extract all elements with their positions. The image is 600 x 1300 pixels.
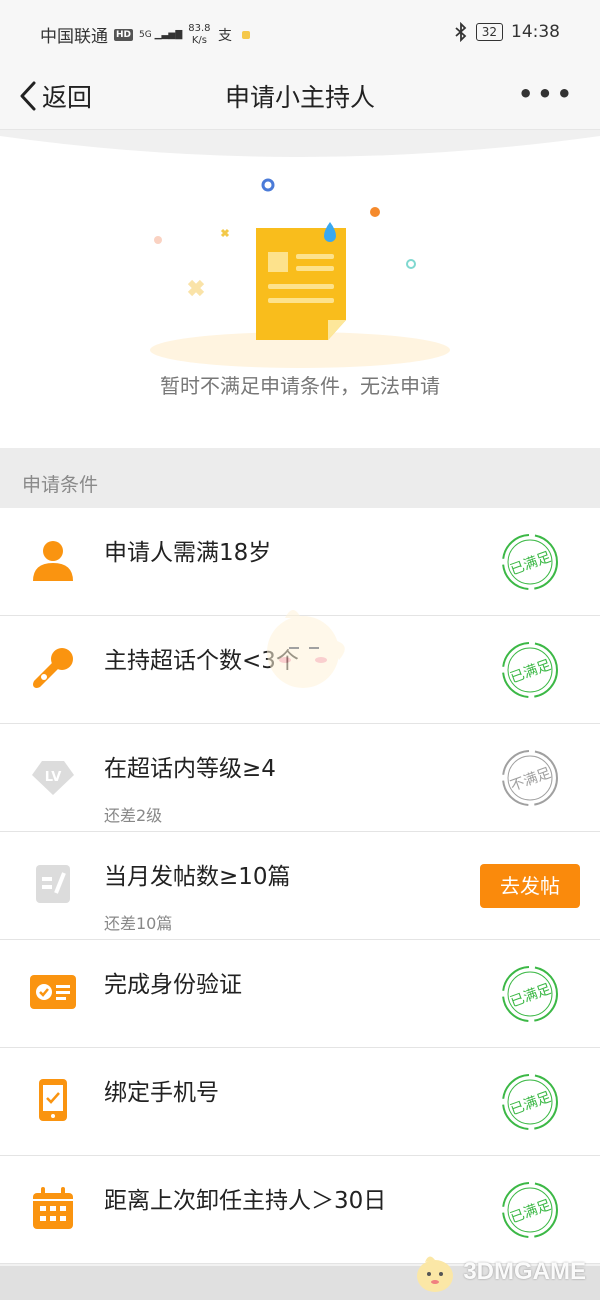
document-illustration [150,178,450,368]
level-diamond-icon: LV [32,761,74,795]
bluetooth-icon [455,22,467,42]
svg-text:已满足: 已满足 [508,657,553,686]
met-stamp: 已满足 [502,966,558,1022]
condition-subtitle: 还差2级 [104,806,163,825]
svg-text:已满足: 已满足 [508,549,553,578]
condition-title: 距离上次卸任主持人＞30日 [104,1188,387,1214]
condition-row-posts: 当月发帖数≥10篇 还差10篇 去发帖 [0,832,600,940]
met-stamp: 已满足 [502,642,558,698]
svg-text:支: 支 [218,28,232,43]
condition-row-phone: 绑定手机号 已满足 [0,1048,600,1156]
unmet-stamp: 不满足 [502,750,558,806]
svg-text:LV: LV [45,770,62,785]
hd-badge: HD [114,28,134,41]
post-icon [36,865,70,903]
status-hero: 暂时不满足申请条件，无法申请 [0,130,600,448]
watermark-text: 3DMGAME [463,1258,586,1285]
battery-indicator: 32 [475,23,503,41]
chevron-left-icon [20,81,36,111]
section-header: 申请条件 [0,448,600,508]
svg-text:不满足: 不满足 [508,765,553,794]
microphone-icon [33,648,73,688]
mascot-watermark [267,610,345,688]
met-stamp: 已满足 [502,1074,558,1130]
condition-row-identity: 完成身份验证 已满足 [0,940,600,1048]
mascot-logo-icon [417,1256,454,1292]
svg-text:已满足: 已满足 [508,981,553,1010]
condition-row-resign-interval: 距离上次卸任主持人＞30日 已满足 [0,1156,600,1264]
calendar-icon [33,1187,73,1229]
site-watermark: 3DMGAME [411,1250,586,1294]
carrier-label: 中国联通 [40,27,108,47]
section-title: 申请条件 [22,474,99,496]
back-label: 返回 [42,83,93,112]
condition-subtitle: 还差10篇 [104,914,173,933]
met-stamp: 已满足 [502,1182,558,1238]
status-message: 暂时不满足申请条件，无法申请 [160,374,440,398]
clock: 14:38 [511,22,560,42]
back-button[interactable]: 返回 [18,78,92,114]
id-card-icon [30,975,76,1009]
svg-text:已满足: 已满足 [508,1197,553,1226]
condition-title: 申请人需满18岁 [104,540,272,566]
nav-bar: 返回 申请小主持人 ••• [0,66,600,130]
user-icon [33,541,73,581]
condition-title: 完成身份验证 [104,972,242,998]
signal-icon: 5G ▁▃▅▇ [139,29,183,40]
hero-curve [0,130,600,157]
net-speed: 83.8 K/s [188,22,211,46]
condition-row-level: LV 在超话内等级≥4 还差2级 不满足 [0,724,600,832]
notification-icon [241,30,250,39]
svg-text:已满足: 已满足 [508,1089,553,1118]
status-bar: 中国联通 HD 5G ▁▃▅▇ 83.8 K/s 支 32 14:38 [0,0,600,66]
phone-icon [39,1079,67,1121]
condition-title: 绑定手机号 [104,1080,219,1106]
condition-title: 当月发帖数≥10篇 [104,864,291,890]
condition-title: 在超话内等级≥4 [104,756,276,782]
alipay-icon: 支 [218,28,232,43]
met-stamp: 已满足 [502,534,558,590]
go-post-button[interactable]: 去发帖 [480,864,580,908]
more-icon[interactable]: ••• [518,80,576,108]
